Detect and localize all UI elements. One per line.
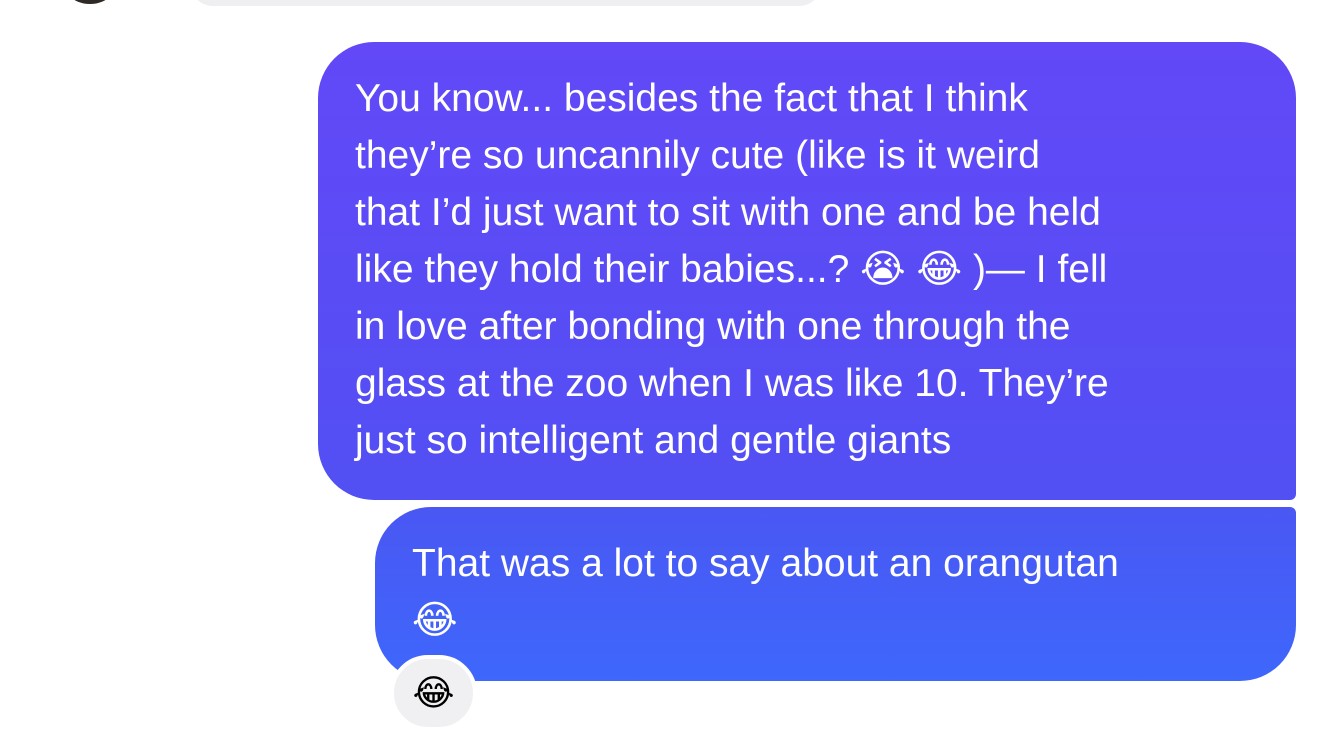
reaction-badge[interactable]: 😂 <box>390 655 477 731</box>
outgoing-message-bubble[interactable]: You know... besides the fact that I thin… <box>318 42 1296 500</box>
outgoing-message-bubble[interactable]: That was a lot to say about an orangutan… <box>375 507 1296 681</box>
laughing-emoji-icon: 😂 <box>412 672 455 713</box>
avatar[interactable] <box>58 0 122 4</box>
incoming-message-bubble[interactable] <box>190 0 822 6</box>
